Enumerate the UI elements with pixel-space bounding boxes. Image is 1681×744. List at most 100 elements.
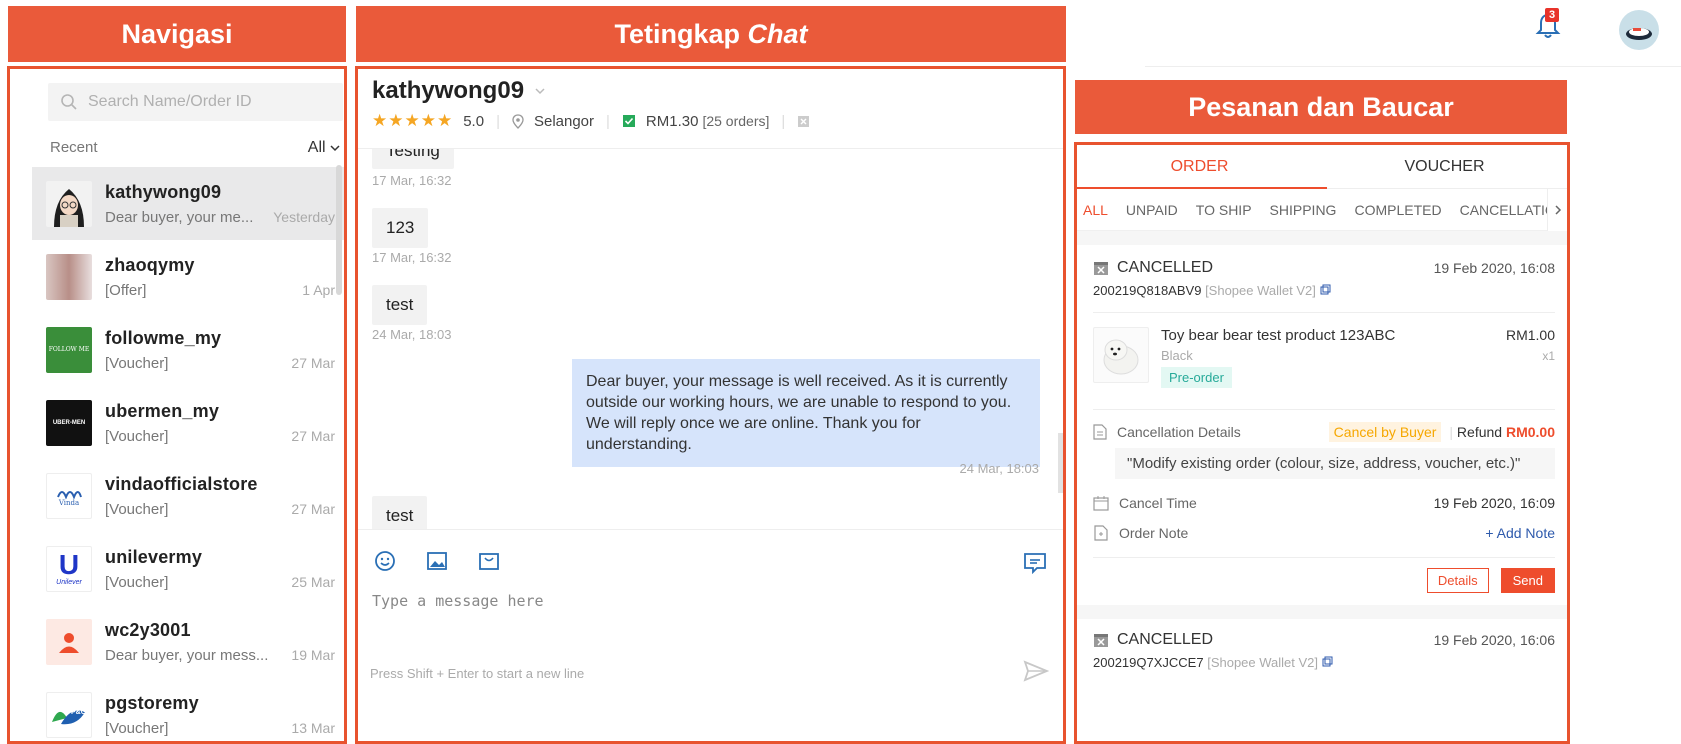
filter-dropdown[interactable]: All: [308, 139, 340, 157]
conversation-item[interactable]: zhaoqymy [Offer] 1 Apr: [32, 240, 344, 313]
incoming-message: test: [372, 496, 428, 529]
user-avatar[interactable]: [1619, 10, 1659, 50]
order-status-tabs: ALL UNPAID TO SHIP SHIPPING COMPLETED CA…: [1077, 189, 1567, 231]
tab-order[interactable]: ORDER: [1077, 145, 1322, 188]
emoji-icon[interactable]: [374, 550, 396, 572]
chat-banner-text: Tetingkap: [614, 18, 748, 49]
document-icon: [1093, 424, 1107, 440]
subtab-unpaid[interactable]: UNPAID: [1126, 202, 1178, 218]
cancel-time-label: Cancel Time: [1119, 495, 1197, 511]
message-input[interactable]: Type a message here: [372, 592, 544, 610]
avatar: P&G: [46, 691, 92, 738]
copy-icon[interactable]: [1320, 284, 1331, 295]
add-note-link[interactable]: + Add Note: [1485, 525, 1555, 541]
chat-username[interactable]: kathywong09: [372, 77, 1049, 105]
search-input[interactable]: Search Name/Order ID: [48, 83, 343, 121]
subtab-to-ship[interactable]: TO SHIP: [1196, 202, 1252, 218]
conversation-item[interactable]: FOLLOW ME followme_my [Voucher] 27 Mar: [32, 313, 344, 386]
cancelled-box-icon: [1094, 262, 1108, 275]
conversation-name: unilevermy: [105, 546, 203, 567]
order-product[interactable]: Toy bear bear test product 123ABC Black …: [1093, 327, 1555, 399]
pg-logo: P&G: [71, 708, 87, 716]
product-icon[interactable]: [478, 550, 500, 572]
avatar: [46, 180, 92, 227]
order-note-row: Order Note + Add Note: [1093, 525, 1555, 541]
avatar: U Unilever: [46, 545, 92, 592]
nav-scrollbar[interactable]: [336, 165, 342, 295]
quick-reply-icon[interactable]: [1023, 552, 1047, 575]
order-status: CANCELLED: [1117, 259, 1214, 276]
message-time: 24 Mar, 18:03: [959, 461, 1040, 476]
rating-value: 5.0: [463, 112, 485, 130]
search-placeholder: Search Name/Order ID: [88, 93, 252, 110]
conversation-date: Yesterday: [273, 208, 335, 225]
cancellation-label: Cancellation Details: [1117, 424, 1241, 440]
vinda-logo-icon: [57, 490, 82, 499]
composer: Type a message here Press Shift + Enter …: [358, 529, 1063, 709]
order-card: CANCELLED 19 Feb 2020, 16:08 200219Q818A…: [1077, 245, 1567, 593]
details-button[interactable]: Details: [1426, 568, 1489, 593]
input-hint: Press Shift + Enter to start a new line: [370, 666, 585, 681]
payment-method: [Shopee Wallet V2]: [1207, 655, 1319, 670]
avatar: FOLLOW ME: [46, 326, 92, 373]
conversation-preview: [Voucher]: [105, 719, 169, 737]
spend-value: RM1.30: [645, 112, 699, 130]
note-icon: [1094, 525, 1108, 541]
product-price: RM1.00: [1505, 327, 1555, 343]
incoming-message: test: [372, 285, 428, 325]
subtab-scroll-right-button[interactable]: [1547, 189, 1567, 231]
conversation-preview: [Voucher]: [105, 500, 169, 518]
copy-icon[interactable]: [1322, 656, 1333, 667]
image-icon[interactable]: [426, 550, 448, 572]
order-id: 200219Q818ABV9: [1093, 283, 1202, 298]
cancelled-box-icon: [798, 115, 810, 127]
girl-avatar-icon: [54, 188, 84, 227]
conversation-name: vindaofficialstore: [105, 473, 258, 494]
order-count: [25 orders]: [702, 113, 770, 129]
conversation-item[interactable]: Vinda vindaofficialstore [Voucher] 27 Mar: [32, 459, 344, 532]
conversation-item[interactable]: U Unilever unilevermy [Voucher] 25 Mar: [32, 532, 344, 605]
conversation-item[interactable]: P&G pgstoremy [Voucher] 13 Mar: [32, 678, 344, 741]
nav-banner: Navigasi: [8, 6, 346, 62]
recent-label: Recent: [50, 139, 98, 156]
avatar: [46, 253, 92, 300]
nav-panel: Search Name/Order ID Recent All kathywon…: [7, 66, 347, 744]
product-variation: Black: [1161, 348, 1193, 363]
location-text: Selangor: [533, 112, 595, 130]
conversation-item[interactable]: kathywong09 Dear buyer, your me... Yester…: [32, 167, 344, 240]
order-status: CANCELLED: [1117, 631, 1214, 648]
refund-label: Refund: [1456, 424, 1503, 440]
cancel-time-value: 19 Feb 2020, 16:09: [1433, 495, 1555, 511]
subtab-shipping[interactable]: SHIPPING: [1270, 202, 1337, 218]
conversation-date: 25 Mar: [291, 573, 335, 590]
avatar-icon: [1626, 28, 1652, 40]
order-card: CANCELLED 19 Feb 2020, 16:06 200219Q7XJC…: [1077, 619, 1567, 670]
unilever-logo: Unilever: [56, 579, 82, 586]
send-order-button[interactable]: Send: [1500, 568, 1555, 593]
chevron-down-icon: [535, 88, 545, 95]
location-pin-icon: [512, 113, 524, 129]
payment-method: [Shopee Wallet V2]: [1205, 283, 1316, 298]
send-icon[interactable]: [1023, 660, 1049, 682]
conversation-name: kathywong09: [105, 181, 222, 202]
conversation-date: 13 Mar: [291, 719, 335, 736]
message-time: 24 Mar, 18:03: [372, 327, 452, 342]
cancellation-reason: "Modify existing order (colour, size, ad…: [1115, 448, 1555, 479]
tab-voucher[interactable]: VOUCHER: [1322, 145, 1567, 188]
orders-panel: ORDER VOUCHER ALL UNPAID TO SHIP SHIPPIN…: [1074, 142, 1570, 744]
message-list: Testing 17 Mar, 16:32 123 17 Mar, 16:32 …: [358, 149, 1063, 529]
ubermen-logo: UBER-MEN: [52, 419, 86, 426]
chat-scrollbar[interactable]: [1058, 433, 1063, 493]
conversation-date: 1 Apr: [302, 281, 335, 298]
refund-amount: RM0.00: [1505, 424, 1555, 440]
conversation-item[interactable]: UBER-MEN ubermen_my [Voucher] 27 Mar: [32, 386, 344, 459]
subtab-all[interactable]: ALL: [1083, 202, 1108, 218]
incoming-message: Testing: [372, 149, 454, 169]
conversation-name: ubermen_my: [105, 400, 220, 421]
conversation-item[interactable]: wc2y3001 Dear buyer, your mess... 19 Mar: [32, 605, 344, 678]
subtab-completed[interactable]: COMPLETED: [1354, 202, 1441, 218]
search-icon: [61, 94, 77, 110]
notification-button[interactable]: 3: [1535, 8, 1561, 45]
cancel-by-badge: Cancel by Buyer: [1328, 422, 1442, 442]
subtab-cancellation[interactable]: CANCELLATIC: [1460, 202, 1555, 218]
